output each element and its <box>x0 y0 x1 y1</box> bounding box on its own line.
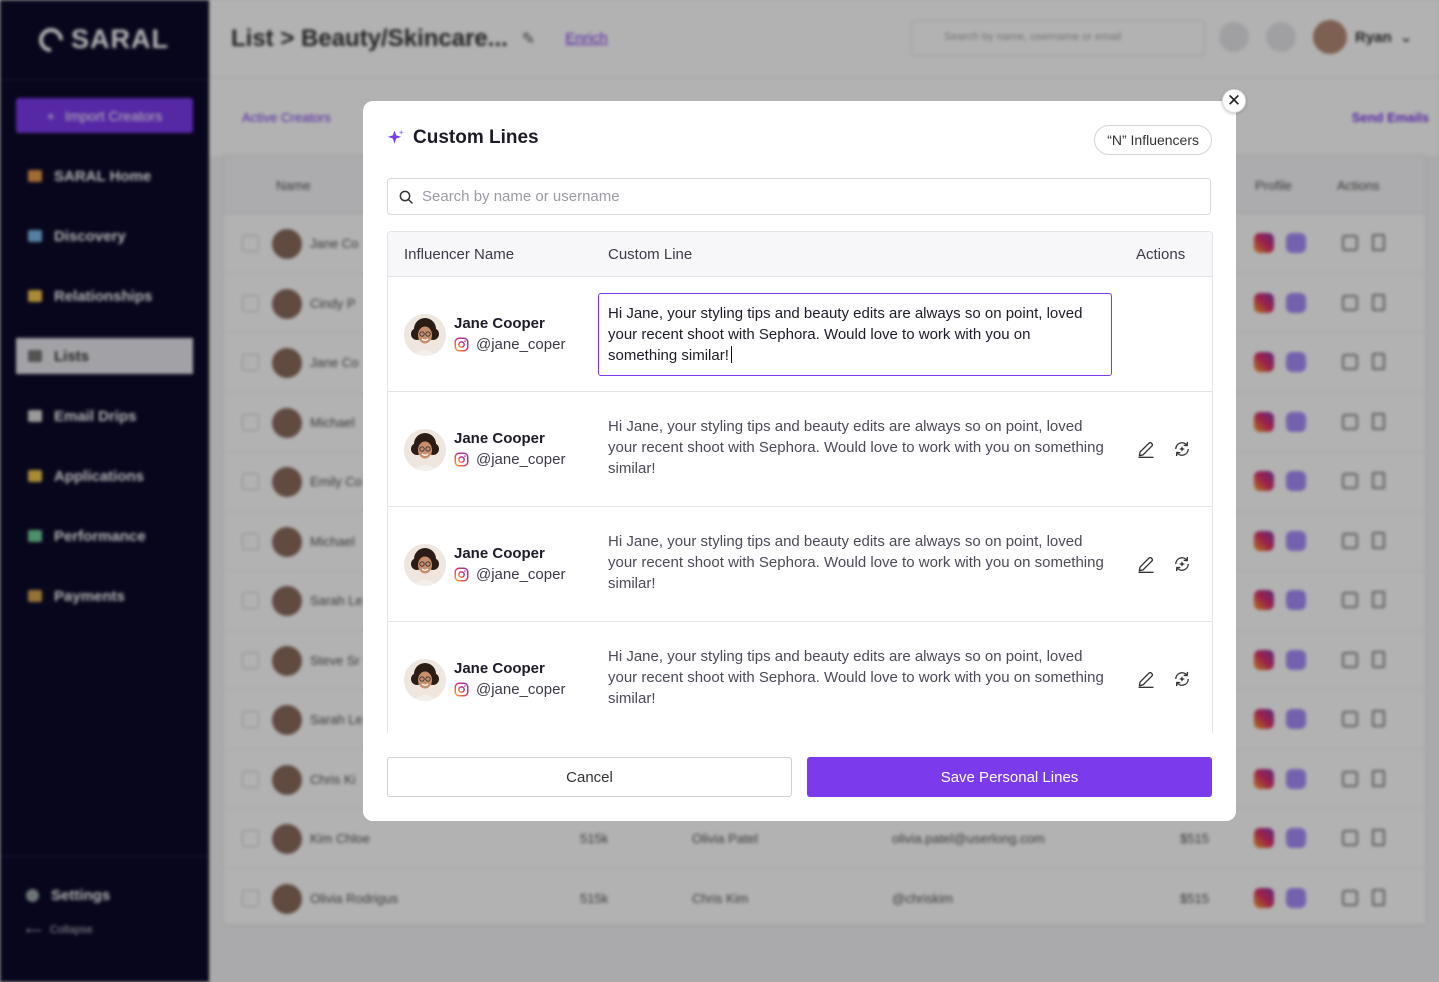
custom-lines-body: Jane Cooper @jane_coper Hi Jane, your sty… <box>388 277 1212 733</box>
edit-line-icon[interactable] <box>1136 554 1156 574</box>
modal-title: Custom Lines <box>413 127 539 148</box>
header-influencer-name: Influencer Name <box>404 246 515 263</box>
search-input[interactable] <box>422 188 1182 205</box>
influencer-handle: @jane_coper <box>454 451 565 468</box>
instagram-icon <box>454 567 469 582</box>
custom-line-text: Hi Jane, your styling tips and beauty ed… <box>608 646 1108 709</box>
influencer-row: Jane Cooper @jane_coper Hi Jane, your sty… <box>388 507 1212 622</box>
handle-text: @jane_coper <box>476 336 566 353</box>
edit-line-icon[interactable] <box>1136 439 1156 459</box>
custom-line-value: Hi Jane, your styling tips and beauty ed… <box>608 648 1104 707</box>
save-personal-lines-button[interactable]: Save Personal Lines <box>807 757 1212 797</box>
instagram-icon <box>454 452 469 467</box>
influencer-row: Jane Cooper @jane_coper Hi Jane, your sty… <box>388 392 1212 507</box>
regenerate-line-icon[interactable] <box>1172 439 1192 459</box>
header-actions: Actions <box>1136 246 1186 263</box>
modal-header: Custom Lines <box>387 127 539 149</box>
modal-search <box>387 178 1211 215</box>
avatar <box>404 314 446 356</box>
custom-line-text: Hi Jane, your styling tips and beauty ed… <box>608 531 1108 594</box>
handle-text: @jane_coper <box>476 451 566 468</box>
handle-text: @jane_coper <box>476 566 566 583</box>
close-modal-button[interactable]: ✕ <box>1222 89 1246 113</box>
influencer-name: Jane Cooper <box>454 315 545 332</box>
text-caret <box>730 346 732 363</box>
influencer-name: Jane Cooper <box>454 545 545 562</box>
search-icon <box>399 190 413 204</box>
custom-line-value: Hi Jane, your styling tips and beauty ed… <box>608 533 1104 592</box>
influencer-row: Jane Cooper @jane_coper Hi Jane, your sty… <box>388 622 1212 733</box>
instagram-icon <box>454 682 469 697</box>
regenerate-line-icon[interactable] <box>1172 669 1192 689</box>
custom-line-value: Hi Jane, your styling tips and beauty ed… <box>608 305 1083 364</box>
avatar <box>404 659 446 701</box>
custom-line-editor[interactable]: Hi Jane, your styling tips and beauty ed… <box>598 293 1112 376</box>
header-custom-line: Custom Line <box>608 246 693 263</box>
regenerate-line-icon[interactable] <box>1172 554 1192 574</box>
custom-lines-header: Influencer Name Custom Line Actions <box>388 232 1212 277</box>
instagram-icon <box>454 337 469 352</box>
custom-line-value: Hi Jane, your styling tips and beauty ed… <box>608 418 1104 477</box>
custom-lines-modal: Custom Lines “N” Influencers Influencer … <box>363 101 1236 821</box>
influencer-handle: @jane_coper <box>454 681 565 698</box>
influencer-count-badge: “N” Influencers <box>1094 125 1212 155</box>
avatar <box>404 544 446 586</box>
influencer-name: Jane Cooper <box>454 430 545 447</box>
influencer-handle: @jane_coper <box>454 566 565 583</box>
sparkle-icon <box>387 129 404 144</box>
avatar <box>404 429 446 471</box>
influencer-handle: @jane_coper <box>454 336 565 353</box>
cancel-button[interactable]: Cancel <box>387 757 792 797</box>
influencer-name: Jane Cooper <box>454 660 545 677</box>
edit-line-icon[interactable] <box>1136 669 1156 689</box>
custom-line-text: Hi Jane, your styling tips and beauty ed… <box>608 416 1108 479</box>
custom-lines-table: Influencer Name Custom Line Actions Jane… <box>387 231 1213 733</box>
influencer-row: Jane Cooper @jane_coper Hi Jane, your sty… <box>388 277 1212 392</box>
modal-footer: Cancel Save Personal Lines <box>363 733 1236 821</box>
handle-text: @jane_coper <box>476 681 566 698</box>
